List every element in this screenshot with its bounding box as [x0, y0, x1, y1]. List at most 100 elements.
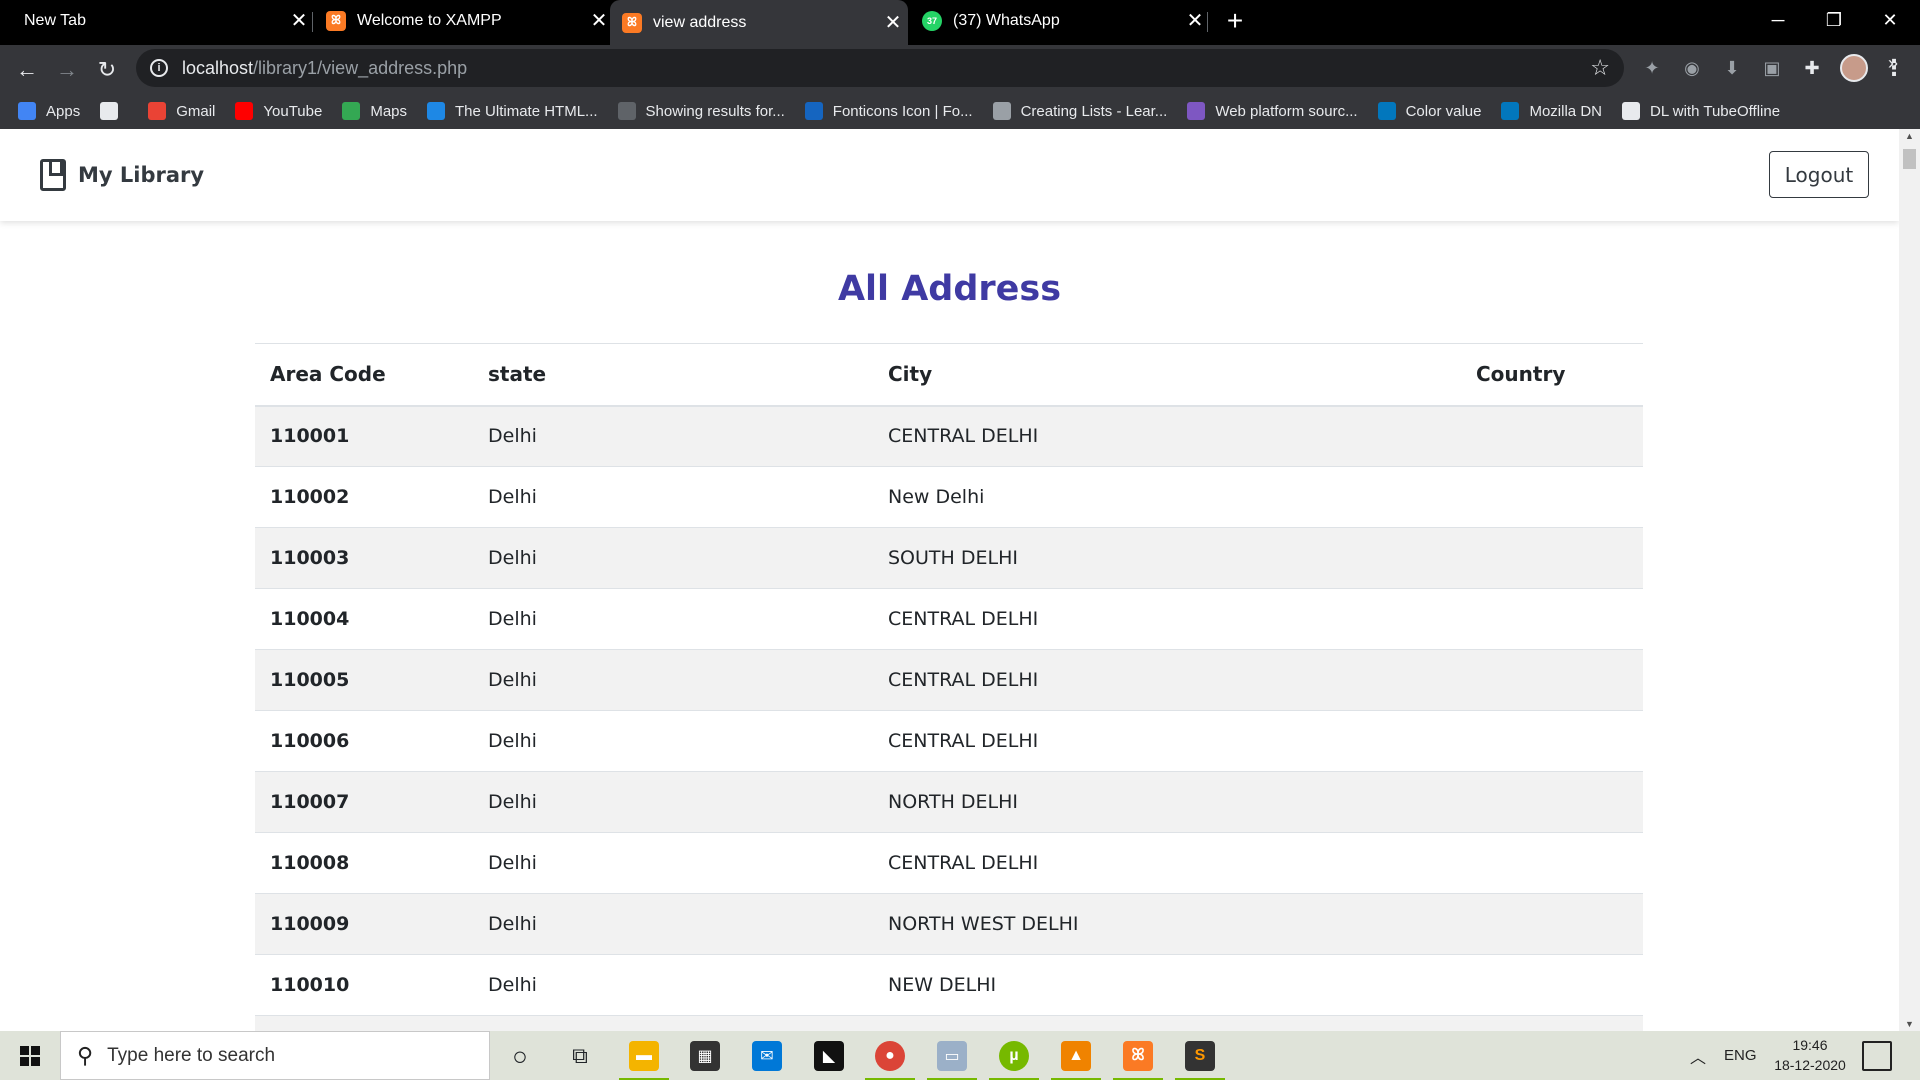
gmail-icon: [148, 102, 167, 120]
column-header-area-code: Area Code: [255, 343, 473, 407]
url-path: /library1/view_address.php: [253, 57, 468, 78]
city-cell: SOUTH DELHI: [873, 527, 1461, 589]
close-icon[interactable]: ✕: [288, 10, 310, 32]
tray-chevron-icon[interactable]: ︿: [1690, 1031, 1706, 1080]
file-explorer-icon[interactable]: ▬: [619, 1036, 669, 1080]
tab-title: Welcome to XAMPP: [357, 11, 502, 29]
taskbar-search[interactable]: ⚲ Type here to search: [60, 1031, 490, 1080]
bookmark-label: Maps: [370, 102, 408, 120]
bookmark-item[interactable]: Showing results for...: [617, 102, 785, 120]
close-icon[interactable]: ✕: [882, 12, 904, 34]
bookmark-item[interactable]: Fonticons Icon | Fo...: [804, 102, 973, 120]
bookmarks-bar: Apps Gmail YouTube Maps The Ultimate HTML...…: [0, 93, 1920, 129]
sublime-text-icon[interactable]: S: [1175, 1036, 1225, 1080]
country-cell: [1461, 466, 1643, 528]
bookmark-item[interactable]: DL with TubeOffline: [1621, 102, 1781, 120]
url-host: localhost: [182, 57, 254, 78]
search-placeholder: Type here to search: [107, 1044, 276, 1066]
tab-new-tab[interactable]: New Tab ✕: [10, 0, 310, 41]
state-cell: Delhi: [473, 588, 873, 650]
state-cell: Delhi: [473, 771, 873, 833]
tab-welcome-xampp[interactable]: ꕤ Welcome to XAMPP ✕: [314, 0, 610, 41]
cortana-icon[interactable]: ○: [495, 1036, 545, 1076]
scroll-down-icon[interactable]: ▼: [1899, 1017, 1920, 1031]
restore-button[interactable]: ❐: [1806, 0, 1862, 40]
table-row: 110009 Delhi NORTH WEST DELHI: [255, 893, 1643, 955]
bookmark-item[interactable]: The Ultimate HTML...: [427, 102, 598, 120]
country-cell: [1461, 954, 1643, 1016]
close-icon[interactable]: ✕: [1184, 10, 1206, 32]
extension-h-icon[interactable]: ▣: [1758, 54, 1786, 82]
table-row: 110010 Delhi NEW DELHI: [255, 954, 1643, 1016]
logout-button[interactable]: Logout: [1769, 151, 1869, 198]
scroll-up-icon[interactable]: ▲: [1899, 129, 1920, 143]
bookmark-star-icon[interactable]: ☆: [1590, 55, 1610, 81]
bookmark-item[interactable]: Apps: [18, 102, 80, 120]
tab-whatsapp[interactable]: 37 (37) WhatsApp ✕: [910, 0, 1206, 41]
bookmark-label: Color value: [1405, 102, 1482, 120]
task-view-icon[interactable]: ⧉: [555, 1036, 605, 1076]
country-cell: [1461, 405, 1643, 467]
bookmark-label: DL with TubeOffline: [1649, 102, 1781, 120]
bookmark-item[interactable]: Creating Lists - Lear...: [992, 102, 1167, 120]
scrollbar-thumb[interactable]: [1903, 149, 1916, 169]
bookmark-label: Gmail: [176, 102, 216, 120]
reload-button[interactable]: ↻: [90, 53, 124, 87]
photos-icon[interactable]: ▭: [927, 1036, 977, 1080]
vertical-scrollbar[interactable]: ▲ ▼: [1899, 129, 1920, 1031]
bookmark-item[interactable]: [100, 102, 128, 120]
back-button[interactable]: ←: [10, 53, 44, 87]
vlc-icon[interactable]: ▲: [1051, 1036, 1101, 1080]
xampp-icon[interactable]: ꕤ: [1113, 1036, 1163, 1080]
bookmark-item[interactable]: Maps: [342, 102, 407, 120]
search-icon: ⚲: [77, 1042, 94, 1068]
bookmarks-overflow-icon[interactable]: »: [1888, 53, 1898, 74]
download-icon[interactable]: ⬇: [1718, 54, 1746, 82]
area-code-cell: 110004: [255, 588, 473, 650]
close-window-button[interactable]: ✕: [1862, 0, 1918, 40]
start-button[interactable]: [0, 1031, 60, 1080]
city-cell: NORTH DELHI: [873, 771, 1461, 833]
tab-view-address[interactable]: ꕤ view address ✕: [610, 0, 908, 45]
area-code-cell: 110009: [255, 893, 473, 955]
url-text[interactable]: localhost/library1/view_address.php: [182, 58, 467, 79]
address-table: Area Code state City Country 110001 Delhi…: [255, 343, 1643, 1031]
info-icon[interactable]: i: [150, 59, 168, 77]
brand[interactable]: My Library: [40, 159, 204, 191]
chrome-icon[interactable]: ●: [865, 1036, 915, 1080]
clock[interactable]: 19:46 18-12-2020: [1760, 1035, 1860, 1075]
bookmark-item[interactable]: Color value: [1377, 102, 1482, 120]
forward-button[interactable]: →: [50, 53, 84, 87]
table-row: 110001 Delhi CENTRAL DELHI: [255, 405, 1643, 467]
country-cell: [1461, 710, 1643, 772]
country-cell: [1461, 527, 1643, 589]
area-code-cell: 110003: [255, 527, 473, 589]
predator-icon[interactable]: ◣: [804, 1036, 854, 1076]
table-row: 110005 Delhi CENTRAL DELHI: [255, 649, 1643, 711]
bookmark-item[interactable]: Mozilla DN: [1501, 102, 1602, 120]
minimize-button[interactable]: ─: [1750, 0, 1806, 40]
extensions-puzzle-icon[interactable]: ✚: [1798, 54, 1826, 82]
bookmark-item[interactable]: Gmail: [148, 102, 215, 120]
address-bar[interactable]: i localhost/library1/view_address.php ☆: [136, 49, 1624, 87]
bookmark-item[interactable]: YouTube: [235, 102, 322, 120]
bookmark-label: The Ultimate HTML...: [455, 102, 598, 120]
maps-icon: [342, 102, 361, 120]
close-icon[interactable]: ✕: [588, 10, 610, 32]
store-icon[interactable]: ▦: [680, 1036, 730, 1076]
notifications-icon[interactable]: [1862, 1041, 1892, 1071]
utorrent-icon[interactable]: µ: [989, 1036, 1039, 1080]
extension-icon[interactable]: ✦: [1638, 54, 1666, 82]
mail-icon[interactable]: ✉: [742, 1036, 792, 1076]
extension-record-icon[interactable]: ◉: [1678, 54, 1706, 82]
profile-avatar[interactable]: [1840, 54, 1868, 82]
state-cell: [473, 1015, 873, 1031]
new-tab-button[interactable]: +: [1220, 5, 1250, 36]
bookmark-item[interactable]: Web platform sourc...: [1187, 102, 1358, 120]
bookmark-label: YouTube: [263, 102, 323, 120]
language-indicator[interactable]: ENG: [1724, 1031, 1757, 1080]
flag-icon: [804, 102, 823, 120]
whatsapp-icon: 37: [922, 10, 942, 31]
code-icon: [992, 102, 1011, 120]
page-title: All Address: [837, 269, 1062, 309]
